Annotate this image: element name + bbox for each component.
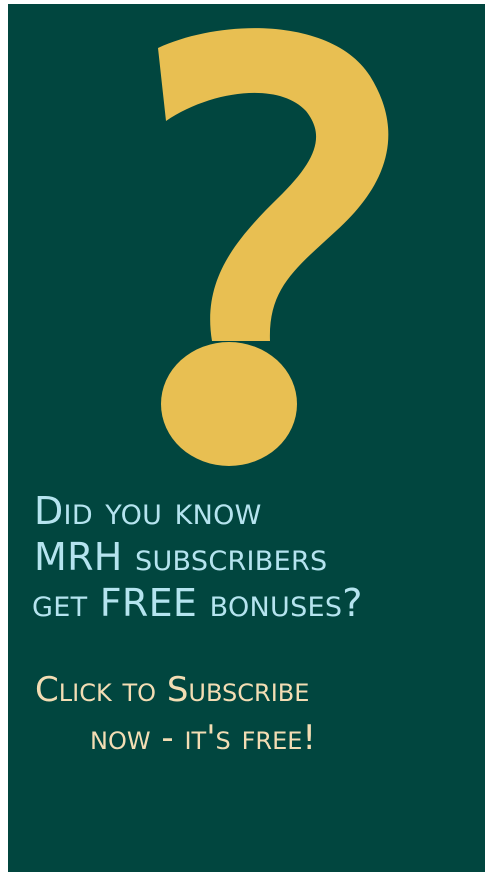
headline-line-1: Did you know — [34, 489, 262, 533]
headline-line-2: MRH subscribers — [34, 535, 328, 579]
headline: Did you know MRH subscribers get FREE bo… — [8, 488, 485, 626]
question-mark-icon — [158, 28, 389, 466]
subscribe-link[interactable]: Click to Subscribe now - it's free! — [8, 666, 485, 762]
cta-line-2: now - it's free! — [90, 718, 317, 758]
headline-line-3: get FREE bonuses? — [32, 581, 363, 625]
subscribe-ad-panel[interactable]: Did you know MRH subscribers get FREE bo… — [8, 4, 485, 872]
cta-line-1: Click to Subscribe — [35, 670, 310, 710]
